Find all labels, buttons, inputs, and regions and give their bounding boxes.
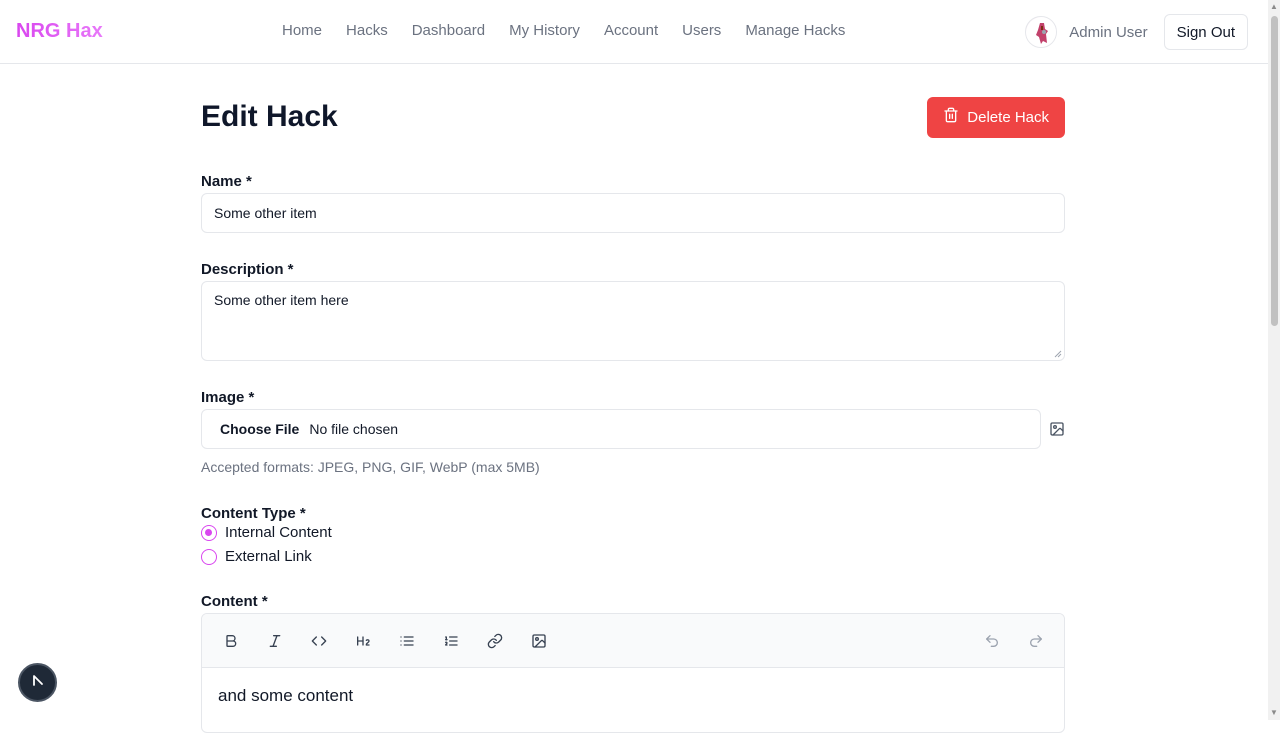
app-logo[interactable]: NRG Hax	[16, 20, 103, 43]
name-label: Name *	[201, 173, 252, 190]
image-help-text: Accepted formats: JPEG, PNG, GIF, WebP (…	[201, 459, 540, 475]
radio-external-label: External Link	[225, 548, 312, 565]
content-label: Content *	[201, 593, 268, 610]
floating-dev-button[interactable]	[18, 663, 57, 702]
editor-content[interactable]: and some content	[202, 668, 1064, 724]
bold-icon[interactable]	[220, 630, 242, 652]
description-value: Some other item here	[214, 292, 349, 308]
edit-hack-form: Edit Hack Delete Hack Name * Some other …	[201, 96, 1065, 733]
arrow-icon	[30, 672, 46, 693]
heading-2-icon[interactable]	[352, 630, 374, 652]
radio-external-link[interactable]: External Link	[201, 548, 312, 565]
rich-text-editor: and some content	[201, 613, 1065, 733]
radio-checked-icon[interactable]	[201, 524, 217, 541]
sign-out-button[interactable]: Sign Out	[1163, 14, 1248, 50]
page-title: Edit Hack	[201, 100, 338, 133]
choose-file-button[interactable]: Choose File	[220, 421, 299, 437]
bullet-list-icon[interactable]	[396, 630, 418, 652]
title-row: Edit Hack Delete Hack	[201, 96, 1065, 138]
page-scrollbar[interactable]: ▲ ▼	[1268, 0, 1280, 720]
user-name: Admin User	[1069, 23, 1148, 41]
description-textarea[interactable]: Some other item here	[201, 281, 1065, 361]
nav-hacks[interactable]: Hacks	[346, 22, 388, 39]
scroll-up-icon[interactable]: ▲	[1270, 3, 1278, 11]
code-icon[interactable]	[308, 630, 330, 652]
undo-icon[interactable]	[981, 630, 1003, 652]
top-header: NRG Hax Home Hacks Dashboard My History …	[0, 0, 1268, 64]
radio-internal-content[interactable]: Internal Content	[201, 524, 332, 541]
nav-dashboard[interactable]: Dashboard	[412, 22, 485, 39]
user-area: Admin User Sign Out	[1025, 14, 1248, 50]
editor-toolbar	[202, 614, 1064, 668]
trash-icon	[943, 107, 959, 127]
delete-hack-button[interactable]: Delete Hack	[927, 96, 1065, 138]
scroll-thumb[interactable]	[1271, 16, 1278, 326]
image-preview-icon	[1049, 421, 1065, 437]
link-icon[interactable]	[484, 630, 506, 652]
description-label: Description *	[201, 261, 294, 278]
scroll-down-icon[interactable]: ▼	[1270, 709, 1278, 717]
italic-icon[interactable]	[264, 630, 286, 652]
nav-manage-hacks[interactable]: Manage Hacks	[745, 22, 845, 39]
image-file-input[interactable]: Choose File No file chosen	[201, 409, 1041, 449]
nav-account[interactable]: Account	[604, 22, 658, 39]
name-input[interactable]: Some other item	[201, 193, 1065, 233]
radio-internal-label: Internal Content	[225, 524, 332, 541]
resize-grip-icon[interactable]	[1054, 350, 1062, 358]
radio-unchecked-icon[interactable]	[201, 548, 217, 565]
nav-home[interactable]: Home	[282, 22, 322, 39]
redo-icon[interactable]	[1025, 630, 1047, 652]
avatar[interactable]	[1025, 16, 1058, 48]
ordered-list-icon[interactable]	[440, 630, 462, 652]
nav-users[interactable]: Users	[682, 22, 721, 39]
file-status: No file chosen	[309, 421, 399, 437]
main-nav: Home Hacks Dashboard My History Account …	[282, 22, 869, 39]
image-icon[interactable]	[528, 630, 550, 652]
content-type-label: Content Type *	[201, 505, 306, 522]
delete-hack-label: Delete Hack	[967, 108, 1049, 126]
image-label: Image *	[201, 389, 255, 406]
nav-my-history[interactable]: My History	[509, 22, 580, 39]
